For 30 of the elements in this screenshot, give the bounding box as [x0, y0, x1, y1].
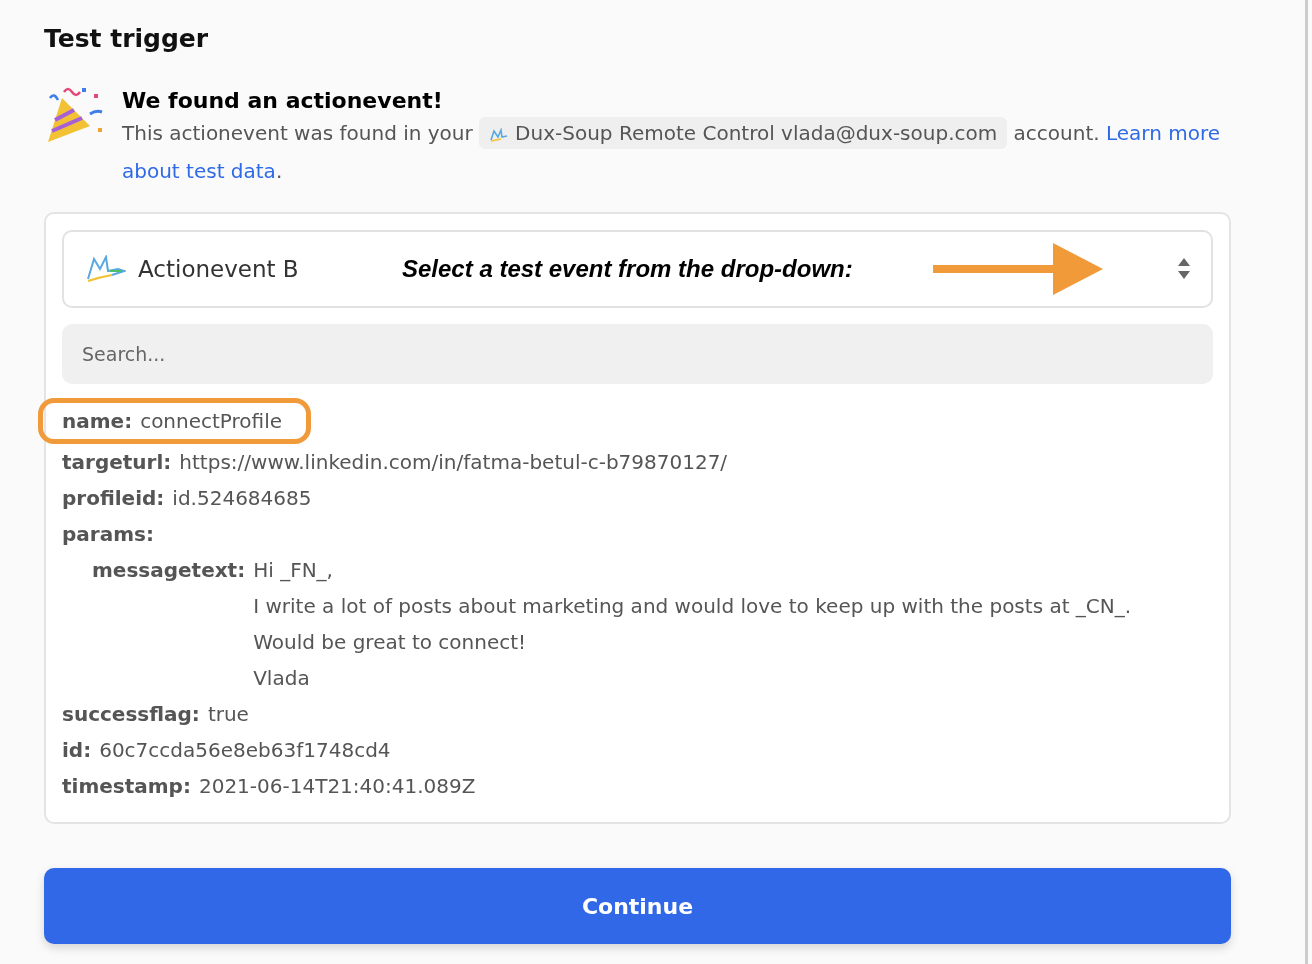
field-value: Would be great to connect!	[253, 629, 528, 657]
field-key: params:	[62, 516, 154, 553]
learn-more-link[interactable]: Learn more	[1105, 121, 1220, 146]
event-dropdown[interactable]: Actionevent B Select a test event from the drop-down:	[62, 230, 1213, 309]
field-value: 2021-06-14T21:40:41.089Z	[198, 773, 476, 801]
field-value: Hi _FN_,	[253, 557, 334, 585]
field-key: targeturl:	[62, 444, 172, 481]
bird-logo-icon	[84, 255, 126, 284]
continue-button[interactable]: Continue	[44, 868, 1231, 945]
dropdown-value: Actionevent B	[138, 255, 300, 285]
bird-logo-icon	[489, 127, 510, 142]
field-key: profileid:	[62, 480, 165, 517]
field-value: I write a lot of posts about marketing and would love to keep up with the posts at _CN_.	[253, 593, 1132, 621]
page-title: Test trigger	[44, 24, 210, 54]
field-key: id:	[62, 732, 92, 769]
field-key: name:	[62, 403, 133, 440]
annotation-text: Select a test event from the drop-down:	[402, 254, 853, 285]
field-key: timestamp:	[62, 768, 191, 805]
field-key: successflag:	[62, 696, 200, 733]
field-value: connectProfile	[140, 408, 283, 436]
field-value: https://www.linkedin.com/in/fatma-betul-c-b79870127/	[179, 449, 728, 477]
field-value: 60c7ccda56e8eb63f1748cd4	[99, 737, 391, 765]
field-key: messagetext:	[92, 552, 246, 697]
search-field[interactable]: Search...	[62, 324, 1213, 385]
field-value: id.524684685	[172, 485, 312, 513]
field-value: Vlada	[253, 665, 311, 693]
found-heading: We found an actionevent!	[122, 88, 444, 115]
learn-more-link[interactable]: about test data	[122, 159, 276, 184]
found-message: This actionevent was found in your Dux-Soup Remote Control vlada@dux-soup.com account. Learn more about test data.	[122, 114, 1220, 191]
field-value: true	[207, 701, 249, 729]
